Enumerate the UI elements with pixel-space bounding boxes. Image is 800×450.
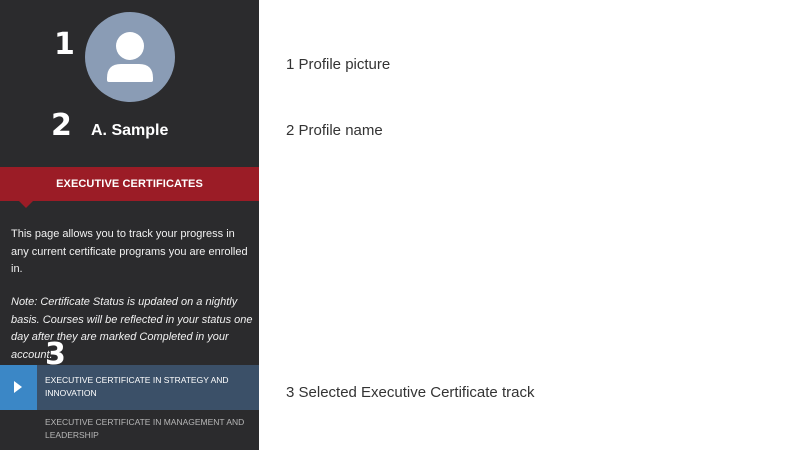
play-icon (0, 365, 37, 410)
track-label: EXECUTIVE CERTIFICATE IN STRATEGY AND IN… (45, 375, 229, 398)
description-text: This page allows you to track your progr… (11, 228, 248, 275)
user-icon (107, 32, 153, 82)
track-item-strategy-innovation[interactable]: EXECUTIVE CERTIFICATE IN STRATEGY AND IN… (0, 365, 259, 410)
legend-selected-track: 3 Selected Executive Certificate track (286, 384, 535, 401)
callout-2: 2 (51, 108, 72, 143)
profile-name: A. Sample (91, 122, 169, 139)
legend-profile-picture: 1 Profile picture (286, 56, 391, 73)
section-header: EXECUTIVE CERTIFICATES (0, 167, 259, 201)
callout-1: 1 (54, 27, 75, 62)
track-label: EXECUTIVE CERTIFICATE IN MANAGEMENT AND … (45, 417, 245, 440)
legend-profile-name: 2 Profile name (286, 122, 383, 139)
profile-picture[interactable] (85, 12, 175, 102)
callout-3: 3 (45, 337, 66, 372)
page: A. Sample EXECUTIVE CERTIFICATES This pa… (0, 0, 800, 450)
track-item-management-leadership[interactable]: EXECUTIVE CERTIFICATE IN MANAGEMENT AND … (0, 410, 259, 450)
section-header-caret (19, 201, 33, 208)
sidebar: A. Sample EXECUTIVE CERTIFICATES This pa… (0, 0, 259, 450)
